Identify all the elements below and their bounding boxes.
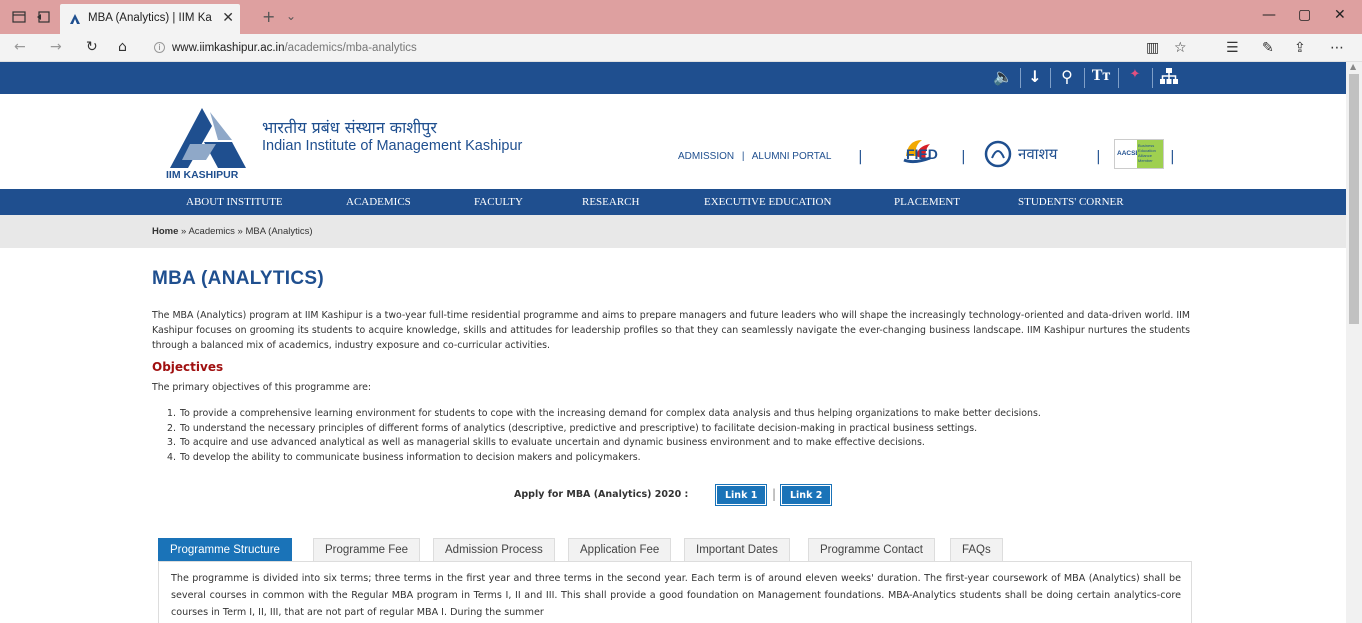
apply-link-2-button[interactable]: Link 2 — [781, 485, 832, 505]
reading-view-icon[interactable]: ▥ — [1146, 40, 1159, 56]
search-icon[interactable]: ⚲ — [1054, 67, 1080, 89]
close-window-icon[interactable]: ✕ — [1334, 7, 1346, 23]
breadcrumb: Home » Academics » MBA (Analytics) — [152, 226, 313, 237]
nav-executive-education[interactable]: EXECUTIVE EDUCATION — [704, 196, 831, 208]
scroll-up-icon[interactable]: ▲ — [1350, 62, 1356, 71]
logo-text: IIM KASHIPUR — [166, 169, 239, 181]
objectives-intro: The primary objectives of this programme… — [152, 382, 372, 393]
main-navigation: ABOUT INSTITUTE ACADEMICS FACULTY RESEAR… — [0, 189, 1346, 215]
new-tab-icon[interactable]: + — [262, 7, 275, 26]
site-header: IIM KASHIPUR भारतीय प्रबंध संस्थान काशीप… — [0, 94, 1346, 189]
objectives-heading: Objectives — [152, 360, 224, 374]
favorites-hub-icon[interactable]: ☰ — [1226, 40, 1239, 56]
institute-name-english: Indian Institute of Management Kashipur — [262, 138, 523, 154]
apply-row: Apply for MBA (Analytics) 2020 : Link 1 … — [0, 484, 1346, 506]
list-item: 3. To acquire and use advanced analytical… — [167, 437, 925, 448]
forward-icon[interactable]: → — [50, 39, 62, 55]
refresh-icon[interactable]: ↻ — [86, 39, 98, 55]
close-tab-icon[interactable]: ✕ — [222, 10, 234, 26]
browser-tab-bar: MBA (Analytics) | IIM Ka ✕ + ⌄ — ▢ ✕ — [0, 0, 1362, 34]
address-bar: ← → ↻ ⌂ i www.iimkashipur.ac.in/academic… — [0, 34, 1362, 62]
chevron-down-icon[interactable]: ⌄ — [286, 9, 296, 23]
browser-tab[interactable]: MBA (Analytics) | IIM Ka ✕ — [60, 4, 240, 34]
set-aside-tabs-icon[interactable] — [36, 10, 50, 24]
iim-kashipur-logo-icon[interactable] — [160, 100, 250, 180]
minimize-icon[interactable]: — — [1262, 7, 1276, 23]
nav-research[interactable]: RESEARCH — [582, 196, 639, 208]
social-icon[interactable]: ✦ — [1122, 67, 1148, 89]
url-field[interactable]: www.iimkashipur.ac.in/academics/mba-anal… — [172, 42, 417, 54]
tab-panel: The programme is divided into six terms;… — [158, 561, 1192, 623]
institute-name-hindi: भारतीय प्रबंध संस्थान काशीपुर — [262, 118, 437, 137]
home-icon[interactable]: ⌂ — [118, 39, 127, 55]
fied-label[interactable]: FIED — [906, 146, 938, 162]
tab-important-dates[interactable]: Important Dates — [684, 538, 790, 561]
web-note-icon[interactable]: ✎ — [1262, 40, 1274, 56]
list-item: 1. To provide a comprehensive learning en… — [167, 408, 1041, 419]
list-item: 4. To develop the ability to communicate … — [167, 451, 641, 463]
navodaya-label[interactable]: नवाशय — [1018, 144, 1057, 164]
tab-application-fee[interactable]: Application Fee — [568, 538, 672, 561]
tab-admission-process[interactable]: Admission Process — [433, 538, 555, 561]
intro-paragraph: The MBA (Analytics) program at IIM Kashi… — [152, 310, 1190, 351]
skip-to-content-icon[interactable]: ↓ — [1024, 67, 1046, 89]
more-icon[interactable]: ⋯ — [1330, 40, 1344, 56]
iim-favicon-icon — [70, 14, 80, 24]
info-icon[interactable]: i — [154, 42, 165, 53]
objectives-list: 1. To provide a comprehensive learning en… — [152, 407, 1252, 465]
nav-about-institute[interactable]: ABOUT INSTITUTE — [186, 196, 283, 208]
accessibility-bar: 🔈 ↓ ⚲ Tт ✦ — [0, 62, 1346, 94]
programme-structure-text: The programme is divided into six terms;… — [171, 573, 1181, 618]
tab-programme-structure[interactable]: Programme Structure — [158, 538, 292, 561]
nav-students-corner[interactable]: STUDENTS' CORNER — [1018, 196, 1124, 208]
nav-academics[interactable]: ACADEMICS — [346, 196, 411, 208]
share-icon[interactable]: ⇪ — [1294, 40, 1306, 56]
browser-tab-title: MBA (Analytics) | IIM Ka — [88, 12, 212, 24]
page-title: MBA (ANALYTICS) — [152, 268, 324, 289]
page-viewport: 🔈 ↓ ⚲ Tт ✦ IIM KASHIPUR भारतीय प्रबंध सं… — [0, 62, 1346, 623]
favorite-star-icon[interactable]: ☆ — [1174, 40, 1187, 56]
tab-programme-fee[interactable]: Programme Fee — [313, 538, 421, 561]
tab-actions-icon[interactable] — [12, 10, 26, 24]
text-size-icon[interactable]: Tт — [1088, 67, 1114, 89]
nav-placement[interactable]: PLACEMENT — [894, 196, 960, 208]
apply-link-1-button[interactable]: Link 1 — [716, 485, 767, 505]
apply-label: Apply for MBA (Analytics) 2020 : — [514, 489, 689, 500]
alumni-portal-link[interactable]: ALUMNI PORTAL — [752, 151, 832, 162]
breadcrumb-bar: Home » Academics » MBA (Analytics) — [0, 215, 1346, 248]
page-scrollbar[interactable]: ▲ — [1346, 62, 1362, 623]
tab-programme-contact[interactable]: Programme Contact — [808, 538, 935, 561]
scrollbar-thumb[interactable] — [1349, 74, 1359, 324]
navodaya-logo-icon[interactable] — [982, 138, 1014, 170]
nav-faculty[interactable]: FACULTY — [474, 196, 523, 208]
list-item: 2. To understand the necessary principles… — [167, 422, 978, 434]
admission-link[interactable]: ADMISSION — [678, 151, 734, 162]
aacsb-badge[interactable]: AACSB Business Education Alliance Member — [1114, 139, 1164, 169]
back-icon[interactable]: ← — [14, 39, 26, 55]
sitemap-icon[interactable] — [1156, 67, 1182, 89]
tab-faqs[interactable]: FAQs — [950, 538, 1003, 561]
screen-reader-icon[interactable]: 🔈 — [990, 67, 1016, 89]
breadcrumb-home-link[interactable]: Home — [152, 226, 178, 237]
maximize-icon[interactable]: ▢ — [1298, 7, 1311, 23]
